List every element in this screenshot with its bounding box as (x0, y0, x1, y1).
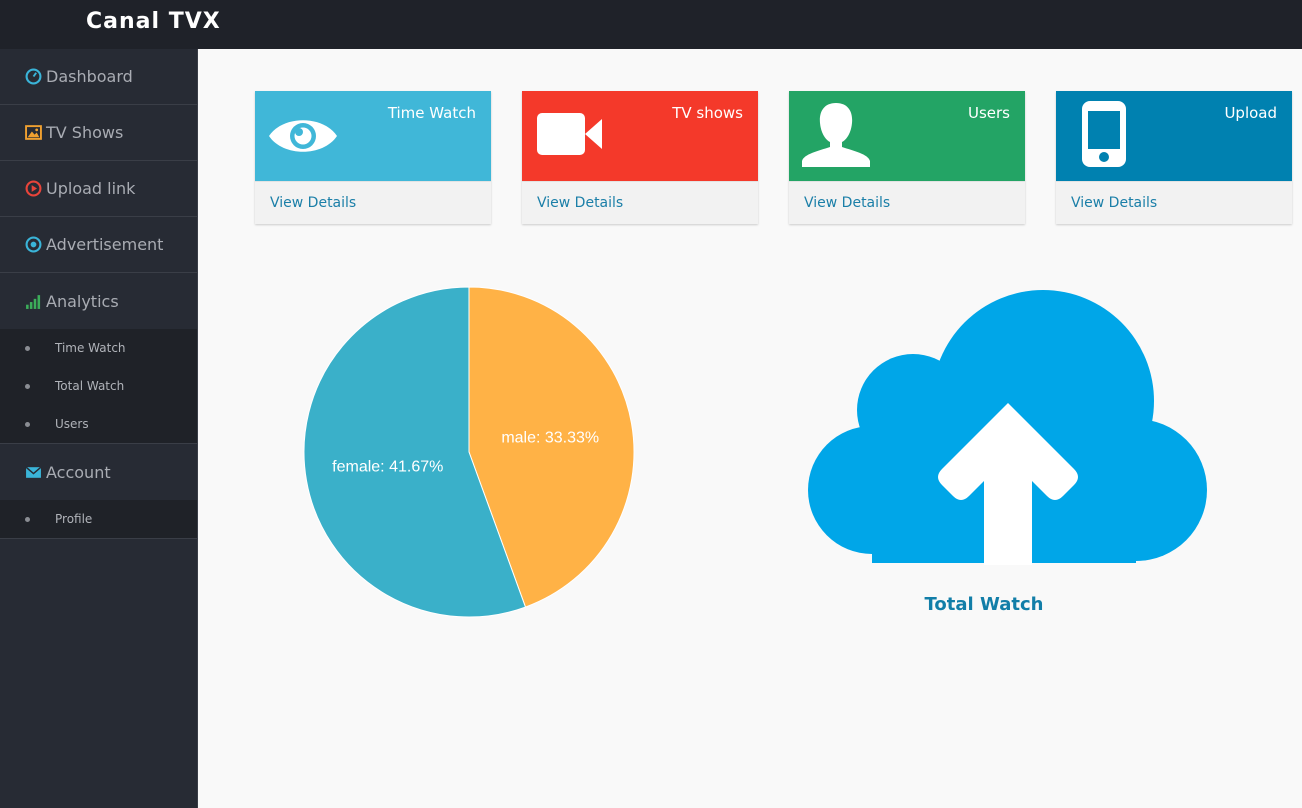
dashboard-icon (25, 68, 42, 85)
sidebar-item-analytics[interactable]: Analytics (0, 273, 197, 329)
card-tv-shows: TV shows View Details (522, 91, 758, 224)
app-title[interactable]: Canal TVX (86, 9, 221, 34)
upload-panel[interactable] (800, 280, 1220, 570)
bullet-icon (25, 516, 30, 522)
card-header: TV shows (522, 91, 758, 181)
bullet-icon (25, 421, 30, 427)
signal-bars-icon (26, 294, 41, 309)
view-details-label: View Details (804, 195, 891, 211)
sidebar-item-dashboard[interactable]: Dashboard (0, 49, 197, 105)
sidebar-item-advertisement[interactable]: Advertisement (0, 217, 197, 273)
submenu-item-users[interactable]: Users (0, 405, 197, 443)
view-details-link[interactable]: View Details (255, 181, 491, 224)
sidebar-item-label: TV Shows (46, 123, 124, 142)
sidebar-item-label: Advertisement (46, 235, 164, 254)
card-title: Time Watch (387, 104, 476, 122)
view-details-link[interactable]: View Details (789, 181, 1025, 224)
submenu-item-profile[interactable]: Profile (0, 500, 197, 538)
sidebar-item-upload-link[interactable]: Upload link (0, 161, 197, 217)
bullet-icon (25, 383, 30, 389)
envelope-icon (25, 466, 42, 478)
view-details-label: View Details (1071, 195, 1158, 211)
eye-icon (269, 120, 337, 152)
card-time-watch: Time Watch View Details (255, 91, 491, 224)
view-details-link[interactable]: View Details (522, 181, 758, 224)
sidebar-item-tv-shows[interactable]: TV Shows (0, 105, 197, 161)
submenu-item-label: Time Watch (55, 341, 126, 355)
pie-slice-label: male: 33.33% (501, 430, 599, 447)
view-details-link[interactable]: View Details (1056, 181, 1292, 224)
sidebar-item-account[interactable]: Account (0, 444, 197, 500)
sidebar-item-label: Analytics (46, 291, 119, 311)
card-header: Time Watch (255, 91, 491, 181)
analytics-submenu: Time Watch Total Watch Users (0, 329, 197, 444)
video-camera-icon (537, 113, 602, 155)
mobile-phone-icon (1082, 101, 1126, 167)
card-title: Users (967, 104, 1010, 122)
bullet-icon (25, 345, 30, 351)
card-users: Users View Details (789, 91, 1025, 224)
submenu-item-total-watch[interactable]: Total Watch (0, 367, 197, 405)
card-header: Upload (1056, 91, 1292, 181)
submenu-item-label: Profile (55, 512, 93, 526)
sidebar-item-label: Dashboard (46, 67, 133, 86)
pie-chart-svg: male: 33.33% female: 41.67% (303, 286, 635, 618)
account-submenu: Profile (0, 500, 197, 539)
view-details-label: View Details (270, 195, 357, 211)
pie-slice-label: female: 41.67% (332, 458, 443, 475)
gender-pie-chart: male: 33.33% female: 41.67% (300, 283, 640, 623)
sidebar-item-label: Account (46, 462, 111, 482)
sidebar-item-label: Upload link (46, 179, 136, 198)
card-header: Users (789, 91, 1025, 181)
top-bar: Canal TVX (0, 0, 1302, 49)
image-icon (25, 125, 42, 140)
card-upload: Upload View Details (1056, 91, 1292, 224)
view-details-label: View Details (537, 195, 624, 211)
card-title: Upload (1224, 104, 1277, 122)
submenu-item-label: Total Watch (55, 379, 125, 393)
submenu-item-label: Users (55, 417, 89, 431)
card-title: TV shows (672, 104, 743, 122)
play-circle-icon (25, 180, 42, 197)
user-icon (802, 103, 870, 167)
sidebar: Dashboard TV Shows Upload link Advertise… (0, 49, 198, 808)
submenu-item-time-watch[interactable]: Time Watch (0, 329, 197, 367)
cloud-upload-icon (808, 290, 1207, 565)
target-icon (25, 236, 42, 253)
total-watch-caption[interactable]: Total Watch (884, 594, 1084, 615)
